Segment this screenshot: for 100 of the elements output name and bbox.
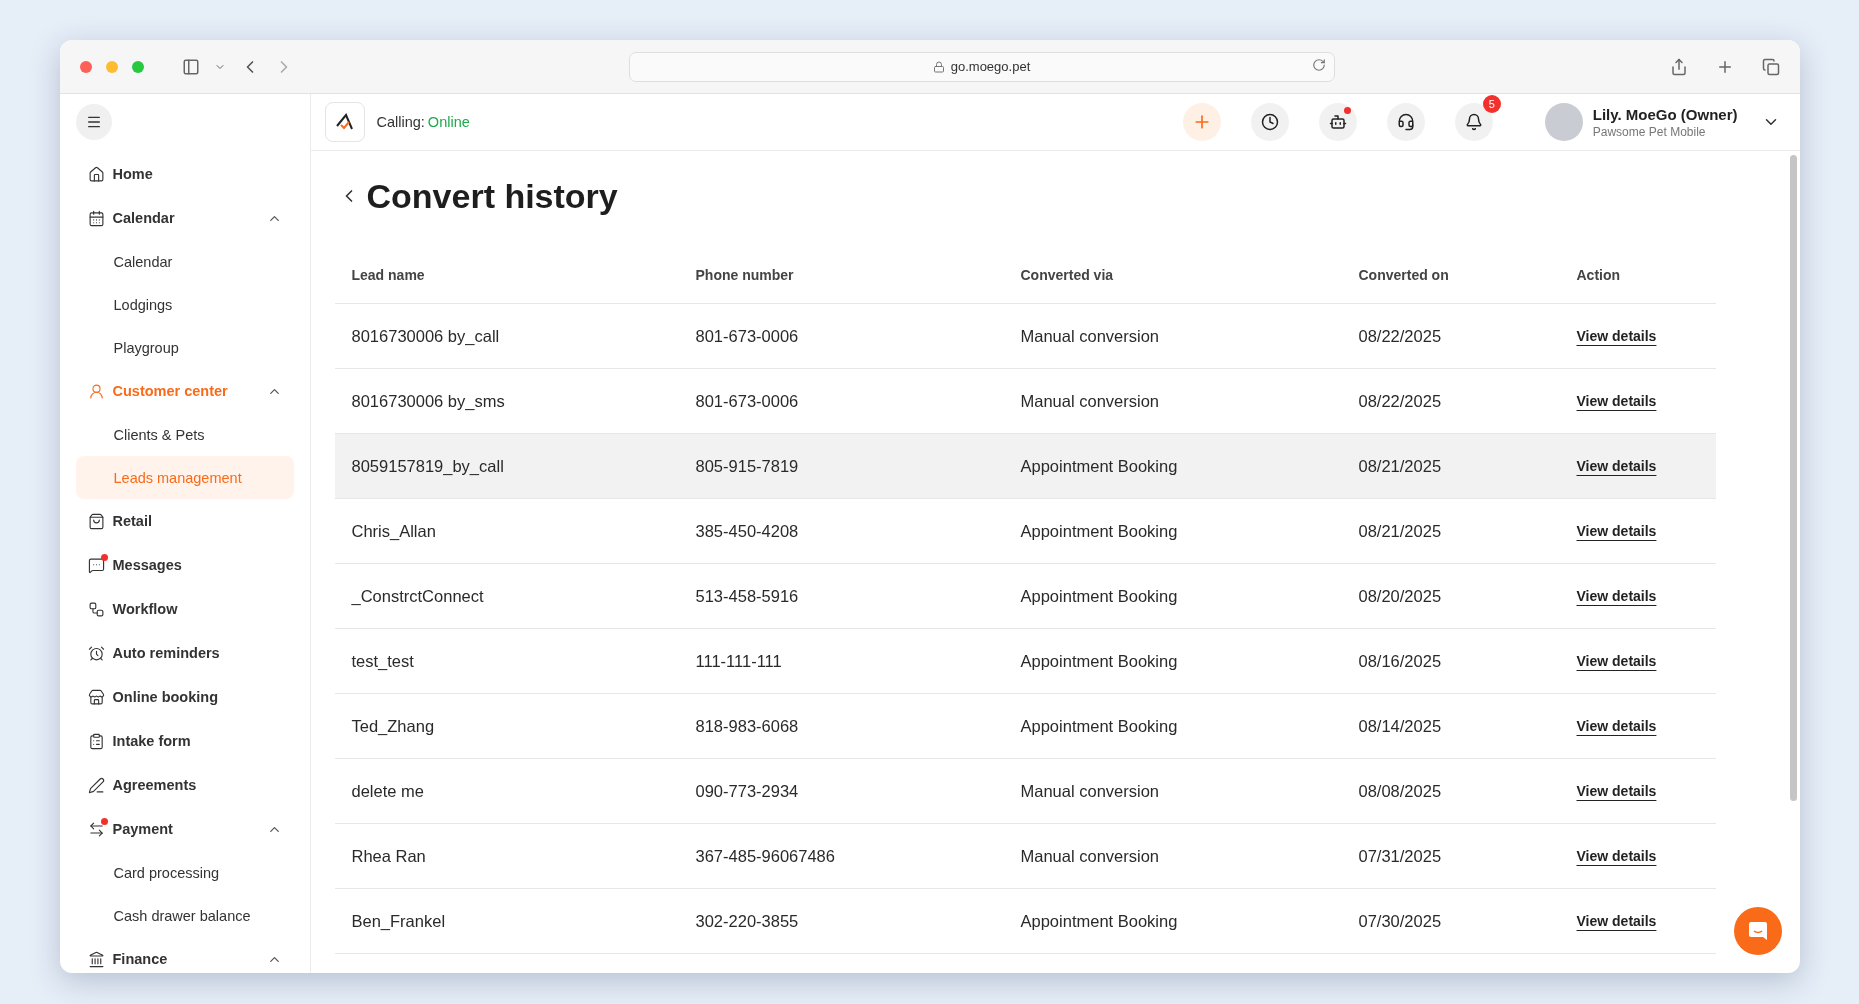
- conversion-method: Manual conversion: [1020, 846, 1160, 866]
- conversion-method: Manual conversion: [1020, 781, 1160, 801]
- submenu-item[interactable]: Clients & Pets: [75, 413, 294, 456]
- submenu-item[interactable]: Lodgings: [75, 283, 294, 326]
- lead-name: Rhea Ran: [351, 846, 427, 866]
- conversion-date: 07/31/2025: [1358, 846, 1443, 866]
- logo-icon[interactable]: [324, 102, 365, 142]
- clock-button[interactable]: [1250, 103, 1289, 141]
- conversion-method: Appointment Booking: [1020, 911, 1179, 931]
- table-row[interactable]: 8059157819_by_call 805-915-7819 Appointment Booking 08/21/2025 View details: [334, 434, 1716, 499]
- view-details-link[interactable]: View details: [1576, 328, 1657, 344]
- headset-icon[interactable]: [1396, 113, 1415, 131]
- phone-number: 385-450-4208: [695, 521, 800, 541]
- menu-item[interactable]: Retail: [75, 499, 294, 543]
- business-name: Pawsome Pet Mobile: [1592, 124, 1707, 139]
- menu-icon[interactable]: [85, 114, 102, 130]
- menu-item[interactable]: Home: [75, 152, 294, 196]
- phone-number: 805-915-7819: [695, 456, 800, 476]
- user-icon: [87, 382, 105, 400]
- lead-name: Chris_Allan: [351, 521, 437, 541]
- lead-name: 8016730006 by_sms: [351, 391, 506, 411]
- view-details-link[interactable]: View details: [1576, 653, 1657, 669]
- phone-number: 111-111-111: [695, 651, 783, 671]
- column-header: Converted on: [1358, 266, 1450, 283]
- lead-name: 8059157819_by_call: [351, 456, 505, 476]
- bank-icon: [87, 950, 105, 968]
- conversion-method: Appointment Booking: [1020, 716, 1179, 736]
- view-details-link[interactable]: View details: [1576, 523, 1657, 539]
- phone-number: 367-485-96067486: [695, 846, 836, 866]
- close-window-icon[interactable]: [79, 60, 92, 73]
- lead-name: Ted_Zhang: [351, 716, 436, 736]
- view-details-link[interactable]: View details: [1576, 718, 1657, 734]
- column-header: Action: [1576, 266, 1622, 283]
- headset-button[interactable]: [1386, 103, 1425, 141]
- submenu-item[interactable]: Playgroup: [75, 326, 294, 369]
- phone-number: 801-673-0006: [695, 391, 800, 411]
- lead-name: 8016730006 by_call: [351, 326, 501, 346]
- conversion-method: Appointment Booking: [1020, 456, 1179, 476]
- store-icon: [87, 688, 105, 706]
- menu-item[interactable]: Intake form: [75, 719, 294, 763]
- conversion-method: Manual conversion: [1020, 326, 1160, 346]
- address-bar[interactable]: go.moego.pet: [628, 51, 1335, 82]
- menu-item[interactable]: Messages: [75, 543, 294, 587]
- chat-icon[interactable]: [1746, 920, 1769, 942]
- conversion-method: Appointment Booking: [1020, 586, 1179, 606]
- conversion-date: 07/30/2025: [1358, 911, 1443, 931]
- bell-icon[interactable]: [1464, 113, 1483, 131]
- menu-item[interactable]: Calendar: [75, 196, 294, 240]
- tabs-icon[interactable]: [1761, 57, 1780, 76]
- lock-icon: [932, 60, 945, 73]
- arrows-icon: [87, 820, 105, 838]
- user-name: Lily. MoeGo (Owner): [1592, 105, 1738, 123]
- home-icon: [87, 165, 105, 183]
- workflow-icon: [87, 600, 105, 618]
- conversion-date: 08/22/2025: [1358, 391, 1443, 411]
- submenu-item[interactable]: Card processing: [75, 851, 294, 894]
- bot-icon[interactable]: [1328, 113, 1347, 131]
- clock-icon[interactable]: [1260, 113, 1279, 131]
- lead-name: _ConstrctConnect: [351, 586, 485, 606]
- menu-item[interactable]: Workflow: [75, 587, 294, 631]
- chat-icon: [87, 556, 105, 574]
- conversion-method: Appointment Booking: [1020, 521, 1179, 541]
- view-details-link[interactable]: View details: [1576, 783, 1657, 799]
- menu-item[interactable]: Finance: [75, 937, 294, 973]
- column-header: Phone number: [695, 266, 795, 283]
- menu-button[interactable]: [75, 104, 112, 140]
- menu-item[interactable]: Auto reminders: [75, 631, 294, 675]
- chat-button[interactable]: [1733, 907, 1782, 955]
- sidebar-toggle-icon[interactable]: [181, 57, 200, 76]
- bag-icon: [87, 512, 105, 530]
- conversion-method: Manual conversion: [1020, 391, 1160, 411]
- view-details-link[interactable]: View details: [1576, 913, 1657, 929]
- submenu-item[interactable]: Cash drawer balance: [75, 894, 294, 937]
- calling-label: Calling:: [376, 114, 425, 130]
- notification-count: 5: [1482, 95, 1501, 113]
- menu-item[interactable]: Agreements: [75, 763, 294, 807]
- pen-icon: [87, 776, 105, 794]
- scrollbar-thumb[interactable]: [1790, 155, 1797, 801]
- conversion-date: 08/20/2025: [1358, 586, 1443, 606]
- phone-number: 090-773-2934: [695, 781, 800, 801]
- view-details-link[interactable]: View details: [1576, 588, 1657, 604]
- reload-icon[interactable]: [1311, 57, 1326, 72]
- view-details-link[interactable]: View details: [1576, 458, 1657, 474]
- menu-item[interactable]: Online booking: [75, 675, 294, 719]
- column-header: Lead name: [351, 266, 426, 283]
- column-header: Converted via: [1020, 266, 1115, 283]
- clipboard-icon: [87, 732, 105, 750]
- conversion-date: 08/16/2025: [1358, 651, 1443, 671]
- view-details-link[interactable]: View details: [1576, 393, 1657, 409]
- bot-button[interactable]: [1318, 103, 1357, 141]
- view-details-link[interactable]: View details: [1576, 848, 1657, 864]
- phone-number: 302-220-3855: [695, 911, 800, 931]
- conversion-date: 08/22/2025: [1358, 326, 1443, 346]
- conversion-date: 08/21/2025: [1358, 521, 1443, 541]
- menu-item[interactable]: Payment: [75, 807, 294, 851]
- phone-number: 801-673-0006: [695, 326, 800, 346]
- url-text: go.moego.pet: [950, 59, 1031, 74]
- conversion-method: Appointment Booking: [1020, 651, 1179, 671]
- share-icon[interactable]: [1669, 57, 1688, 76]
- submenu-item[interactable]: Calendar: [75, 240, 294, 283]
